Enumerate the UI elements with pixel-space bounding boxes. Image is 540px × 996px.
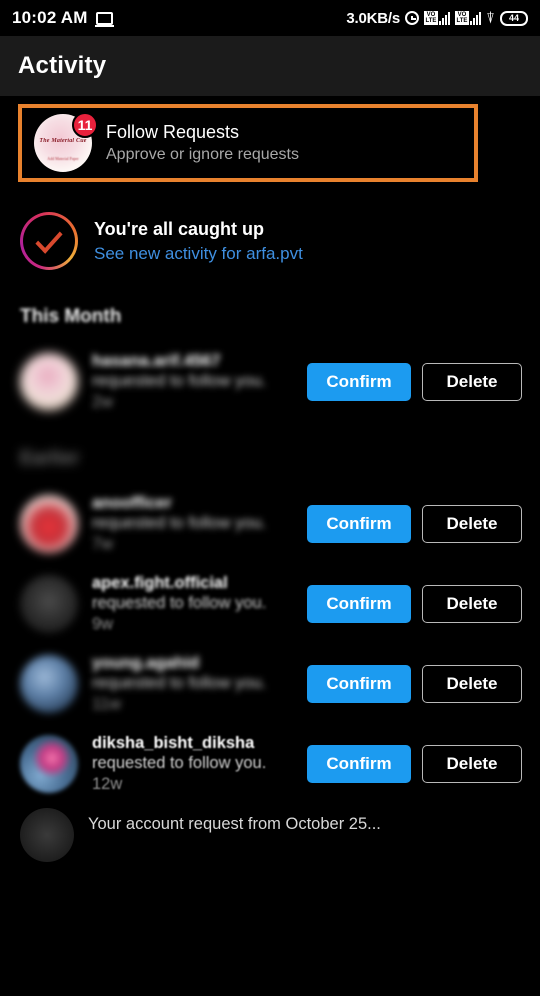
sim2-signal-icon: VO LTE (454, 11, 481, 25)
avatar-logo-top-text: The Material Cue (39, 138, 87, 144)
request-text: diksha_bisht_diksha requested to follow … (92, 733, 293, 795)
follow-requests-row[interactable]: The Material Cue Add Material Paper 11 F… (18, 104, 478, 182)
request-username[interactable]: hasana.arif.4567 (92, 351, 287, 371)
request-action: requested to follow you. 7w (92, 513, 287, 555)
request-age: 11w (92, 695, 122, 713)
avatar[interactable] (20, 655, 78, 713)
request-age: 2w (92, 393, 114, 411)
request-text: young.agahid requested to follow you. 11… (92, 653, 293, 715)
row-actions: Confirm Delete (307, 363, 522, 401)
request-action-text: requested to follow you. (92, 754, 267, 772)
request-action-text: requested to follow you. (92, 594, 267, 612)
request-action-text: requested to follow you. (92, 674, 267, 692)
confirm-button[interactable]: Confirm (307, 505, 411, 543)
monitor-icon (94, 11, 114, 27)
check-circle-icon (20, 212, 78, 270)
request-action: requested to follow you. 11w (92, 673, 287, 715)
table-row[interactable]: apex.fight.official requested to follow … (0, 564, 540, 644)
section-header-this-month: This Month (20, 306, 122, 327)
status-bar-clock: 10:02 AM (12, 8, 88, 27)
caught-up-link[interactable]: See new activity for arfa.pvt (94, 244, 303, 264)
app-bar: Activity (0, 36, 540, 96)
confirm-button[interactable]: Confirm (307, 665, 411, 703)
activity-list: The Material Cue Add Material Paper 11 F… (0, 96, 540, 876)
section-header-earlier: Earlier (20, 448, 80, 469)
follow-requests-badge: 11 (72, 112, 98, 138)
follow-requests-title: Follow Requests (106, 122, 240, 142)
avatar[interactable] (20, 575, 78, 633)
row-actions: Confirm Delete (307, 665, 522, 703)
confirm-button[interactable]: Confirm (307, 363, 411, 401)
request-text: apex.fight.official requested to follow … (92, 573, 293, 635)
row-actions: Confirm Delete (307, 585, 522, 623)
request-action: requested to follow you. 12w (92, 753, 287, 795)
avatar-logo-bottom-text: Add Material Paper (47, 156, 79, 161)
caught-up-title: You're all caught up (94, 218, 264, 239)
request-username[interactable]: diksha_bisht_diksha (92, 733, 287, 753)
delete-button[interactable]: Delete (422, 585, 522, 623)
avatar[interactable] (20, 353, 78, 411)
request-text: hasana.arif.4567 requested to follow you… (92, 351, 293, 413)
delete-button[interactable]: Delete (422, 505, 522, 543)
wifi-icon: ⍒ (485, 9, 495, 27)
request-age: 9w (92, 615, 114, 633)
sim1-label-bottom: LTE (425, 18, 437, 24)
table-row[interactable]: anoofficer requested to follow you. 7w C… (0, 484, 540, 564)
request-username[interactable]: apex.fight.official (92, 573, 287, 593)
request-action: requested to follow you. 2w (92, 371, 287, 413)
follow-requests-avatar: The Material Cue Add Material Paper 11 (34, 112, 98, 172)
follow-requests-highlight-wrapper: The Material Cue Add Material Paper 11 F… (0, 96, 540, 190)
request-action: requested to follow you. 9w (92, 593, 287, 635)
confirm-button[interactable]: Confirm (307, 585, 411, 623)
request-action-text: requested to follow you. (92, 372, 267, 390)
confirm-button[interactable]: Confirm (307, 745, 411, 783)
follow-requests-text: Follow Requests Approve or ignore reques… (106, 122, 299, 164)
table-row[interactable]: diksha_bisht_diksha requested to follow … (0, 724, 540, 804)
network-speed-label: 3.0KB/s (346, 9, 400, 27)
avatar[interactable] (20, 808, 74, 862)
request-age: 7w (92, 535, 114, 553)
avatar[interactable] (20, 735, 78, 793)
request-username[interactable]: young.agahid (92, 653, 287, 673)
page-title: Activity (18, 52, 107, 79)
avatar[interactable] (20, 495, 78, 553)
table-row[interactable]: young.agahid requested to follow you. 11… (0, 644, 540, 724)
request-text: anoofficer requested to follow you. 7w (92, 493, 293, 555)
partial-row-text: Your account request from October 25... (88, 815, 381, 833)
battery-indicator: 44 (500, 10, 528, 26)
caught-up-row: You're all caught up See new activity fo… (0, 190, 540, 280)
sim2-label-bottom: LTE (456, 18, 468, 24)
row-actions: Confirm Delete (307, 505, 522, 543)
request-action-text: requested to follow you. (92, 514, 267, 532)
follow-requests-subtitle: Approve or ignore requests (106, 146, 299, 163)
list-item[interactable]: Your account request from October 25... (0, 804, 540, 876)
alarm-clock-icon (404, 11, 419, 25)
sim1-signal-icon: VO LTE (423, 11, 450, 25)
delete-button[interactable]: Delete (422, 363, 522, 401)
caught-up-text: You're all caught up See new activity fo… (94, 219, 303, 264)
delete-button[interactable]: Delete (422, 745, 522, 783)
table-row[interactable]: hasana.arif.4567 requested to follow you… (0, 342, 540, 422)
status-bar-left: 10:02 AM (12, 8, 114, 28)
request-username[interactable]: anoofficer (92, 493, 287, 513)
row-actions: Confirm Delete (307, 745, 522, 783)
delete-button[interactable]: Delete (422, 665, 522, 703)
request-age: 12w (92, 775, 123, 793)
status-bar-right: 3.0KB/s VO LTE VO LTE ⍒ 44 (346, 10, 528, 27)
status-bar: 10:02 AM 3.0KB/s VO LTE VO LTE ⍒ 44 (0, 0, 540, 36)
